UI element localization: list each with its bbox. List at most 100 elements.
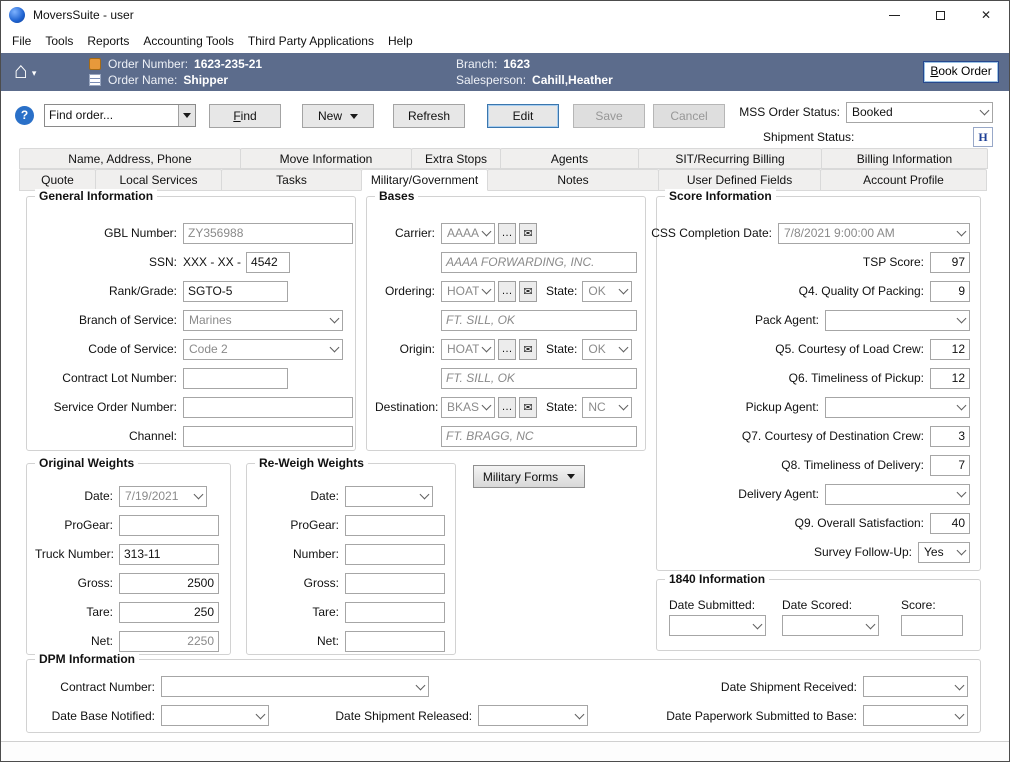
maximize-button[interactable] <box>917 1 963 29</box>
menu-reports[interactable]: Reports <box>80 31 136 51</box>
ordering-mail-button[interactable]: ✉ <box>519 281 537 302</box>
date-submitted-select[interactable] <box>669 615 766 636</box>
tab-sit-recurring-billing[interactable]: SIT/Recurring Billing <box>638 148 822 169</box>
delivery-agent-select[interactable] <box>825 484 970 505</box>
q7-courtesy-of-destination-crew-input[interactable]: 3 <box>930 426 970 447</box>
original-date-select[interactable]: 7/19/2021 <box>119 486 207 507</box>
destination-state-select[interactable]: NC <box>582 397 632 418</box>
tab-military-government[interactable]: Military/Government <box>361 169 488 191</box>
tab-tasks[interactable]: Tasks <box>221 169 362 191</box>
service-order-number-input[interactable] <box>183 397 353 418</box>
ssn-input[interactable]: 4542 <box>246 252 290 273</box>
survey-follow-up-select[interactable]: Yes <box>918 542 970 563</box>
date-scored-select[interactable] <box>782 615 879 636</box>
mail-icon: ✉ <box>523 285 532 298</box>
menu-help[interactable]: Help <box>381 31 420 51</box>
tab-user-defined-fields[interactable]: User Defined Fields <box>658 169 821 191</box>
tab-extra-stops[interactable]: Extra Stops <box>411 148 501 169</box>
menu-tools[interactable]: Tools <box>38 31 80 51</box>
channel-input[interactable] <box>183 426 353 447</box>
shipment-status-history-button[interactable]: H <box>973 127 993 147</box>
chevron-down-icon <box>575 709 585 719</box>
reweigh-number-input[interactable] <box>345 544 445 565</box>
destination-lookup-button[interactable]: … <box>498 397 516 418</box>
q6-timeliness-of-pickup-input[interactable]: 12 <box>930 368 970 389</box>
home-menu-button[interactable]: ⌂ ▾ <box>14 57 36 83</box>
tab-local-services[interactable]: Local Services <box>95 169 222 191</box>
contract-number-select[interactable] <box>161 676 429 697</box>
military-forms-button[interactable]: Military Forms <box>473 465 585 488</box>
ordering-state-select[interactable]: OK <box>582 281 632 302</box>
q8-timeliness-of-delivery-input[interactable]: 7 <box>930 455 970 476</box>
origin-base-select[interactable]: HOAT <box>441 339 495 360</box>
q4-label: Q4. Quality Of Packing: <box>799 284 924 298</box>
reweigh-tare-input[interactable] <box>345 602 445 623</box>
tab-agents[interactable]: Agents <box>500 148 639 169</box>
date-shipment-received-select[interactable] <box>863 676 968 697</box>
score-1840-input[interactable] <box>901 615 963 636</box>
mss-order-status-select[interactable]: Booked <box>846 102 993 123</box>
original-truck-number-input[interactable]: 313-11 <box>119 544 219 565</box>
menu-third-party-applications[interactable]: Third Party Applications <box>241 31 381 51</box>
find-order-input[interactable]: Find order... <box>45 105 178 126</box>
original-gross-input[interactable]: 2500 <box>119 573 219 594</box>
gbl-number-input[interactable]: ZY356988 <box>183 223 353 244</box>
original-tare-input[interactable]: 250 <box>119 602 219 623</box>
tsp-score-input[interactable]: 97 <box>930 252 970 273</box>
css-completion-date-select[interactable]: 7/8/2021 9:00:00 AM <box>778 223 970 244</box>
code-of-service-select[interactable]: Code 2 <box>183 339 343 360</box>
destination-mail-button[interactable]: ✉ <box>519 397 537 418</box>
tab-move-information[interactable]: Move Information <box>240 148 412 169</box>
pack-agent-select[interactable] <box>825 310 970 331</box>
q5-courtesy-of-load-crew-input[interactable]: 12 <box>930 339 970 360</box>
date-shipment-released-select[interactable] <box>478 705 588 726</box>
carrier-lookup-button[interactable]: … <box>498 223 516 244</box>
toolbar: ? Find order... Find New Refresh Edit Sa… <box>1 91 1009 148</box>
chevron-down-icon <box>619 343 629 353</box>
tab-notes[interactable]: Notes <box>487 169 659 191</box>
reweigh-gross-input[interactable] <box>345 573 445 594</box>
rank-grade-input[interactable]: SGTO-5 <box>183 281 288 302</box>
date-paperwork-submitted-select[interactable] <box>863 705 968 726</box>
help-icon[interactable]: ? <box>15 106 34 125</box>
chevron-down-icon <box>482 401 492 411</box>
origin-lookup-button[interactable]: … <box>498 339 516 360</box>
carrier-mail-button[interactable]: ✉ <box>519 223 537 244</box>
menu-accounting-tools[interactable]: Accounting Tools <box>136 31 241 51</box>
date-base-notified-select[interactable] <box>161 705 269 726</box>
reweigh-net-input[interactable] <box>345 631 445 652</box>
origin-mail-button[interactable]: ✉ <box>519 339 537 360</box>
origin-state-select[interactable]: OK <box>582 339 632 360</box>
find-button[interactable]: Find <box>209 104 281 128</box>
chevron-down-icon <box>194 490 204 500</box>
bases-group: Bases Carrier: AAAA … ✉ AAAA FORWARDING,… <box>366 196 646 451</box>
close-button[interactable]: ✕ <box>963 1 1009 29</box>
dropdown-arrow-icon <box>567 474 575 479</box>
destination-base-select[interactable]: BKAS <box>441 397 495 418</box>
tab-billing-information[interactable]: Billing Information <box>821 148 988 169</box>
new-button[interactable]: New <box>302 104 374 128</box>
original-progear-input[interactable] <box>119 515 219 536</box>
tab-quote[interactable]: Quote <box>19 169 96 191</box>
ordering-base-select[interactable]: HOAT <box>441 281 495 302</box>
q9-overall-satisfaction-input[interactable]: 40 <box>930 513 970 534</box>
contract-lot-number-input[interactable] <box>183 368 288 389</box>
tab-name-address-phone[interactable]: Name, Address, Phone <box>19 148 241 169</box>
find-order-dropdown-button[interactable] <box>178 105 195 126</box>
find-order-combobox[interactable]: Find order... <box>44 104 196 127</box>
reweigh-date-select[interactable] <box>345 486 433 507</box>
delivery-agent-label: Delivery Agent: <box>738 487 819 501</box>
q4-quality-of-packing-input[interactable]: 9 <box>930 281 970 302</box>
reweigh-progear-input[interactable] <box>345 515 445 536</box>
pickup-agent-select[interactable] <box>825 397 970 418</box>
carrier-code-select[interactable]: AAAA <box>441 223 495 244</box>
branch-of-service-select[interactable]: Marines <box>183 310 343 331</box>
tab-account-profile[interactable]: Account Profile <box>820 169 987 191</box>
carrier-name-field: AAAA FORWARDING, INC. <box>441 252 637 273</box>
book-order-button[interactable]: Book Order <box>923 61 999 83</box>
ordering-lookup-button[interactable]: … <box>498 281 516 302</box>
menu-file[interactable]: File <box>5 31 38 51</box>
refresh-button[interactable]: Refresh <box>393 104 465 128</box>
minimize-button[interactable] <box>871 1 917 29</box>
edit-button[interactable]: Edit <box>487 104 559 128</box>
